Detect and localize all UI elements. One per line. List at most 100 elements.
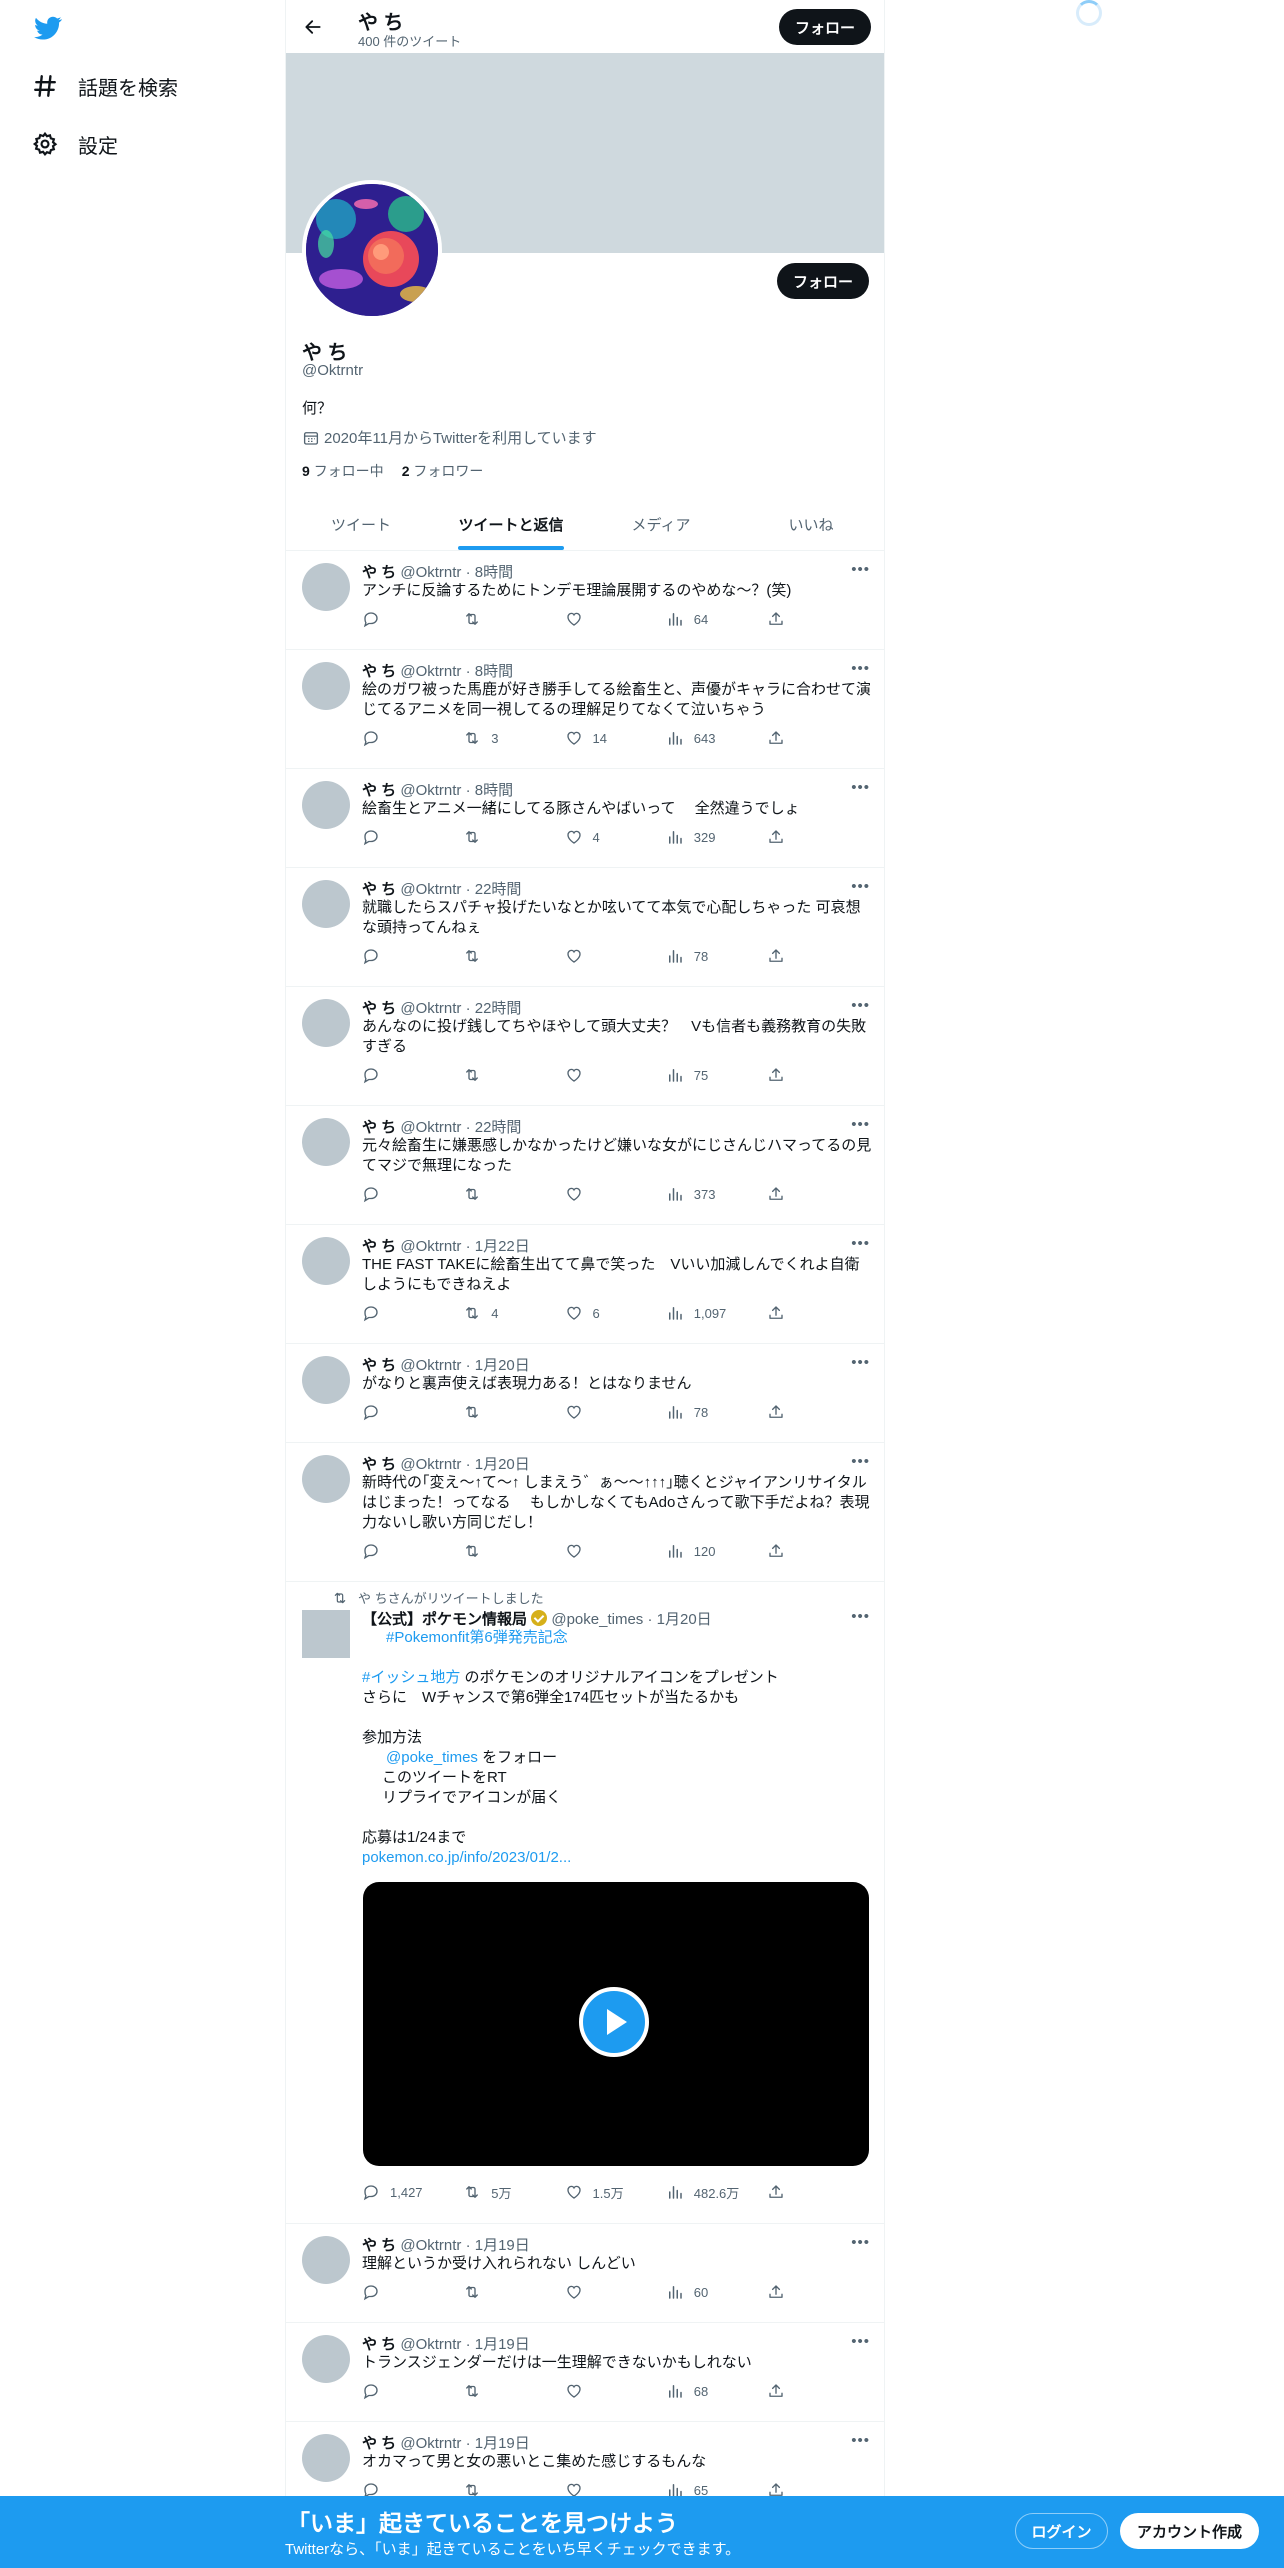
reply-button[interactable]	[362, 1303, 442, 1323]
tweet-author-name[interactable]: や ち	[362, 2435, 396, 2452]
tweet-avatar[interactable]	[302, 880, 350, 928]
login-button[interactable]: ログイン	[1015, 2513, 1108, 2549]
tweet-author-name[interactable]: や ち	[362, 1000, 396, 1017]
share-button[interactable]	[767, 1402, 787, 1422]
reply-button[interactable]	[362, 1541, 442, 1561]
more-options-icon[interactable]: •••	[851, 878, 870, 895]
tweet-time[interactable]: 22時間	[475, 1119, 522, 1136]
tweet-author-name[interactable]: や ち	[362, 2336, 396, 2353]
share-button[interactable]	[767, 609, 787, 629]
share-button[interactable]	[767, 946, 787, 966]
tweet-time[interactable]: 22時間	[475, 881, 522, 898]
views-button[interactable]: 78	[666, 1402, 746, 1422]
tweet-avatar[interactable]	[302, 1455, 350, 1503]
tweet-author-name[interactable]: や ち	[362, 782, 396, 799]
tweet[interactable]: や ち @Oktrntr · 8時間 ••• 絵のガワ被った馬鹿が好き勝手してる絵畜…	[286, 650, 884, 769]
tweet-avatar[interactable]	[302, 781, 350, 829]
tweet-author-name[interactable]: や ち	[362, 2237, 396, 2254]
like-button[interactable]: 1.5万	[565, 2182, 645, 2202]
tweet-author-handle[interactable]: @poke_times	[551, 1611, 643, 1628]
views-button[interactable]: 120	[666, 1541, 746, 1561]
more-options-icon[interactable]: •••	[851, 1354, 870, 1371]
tweet[interactable]: や ち @Oktrntr · 8時間 ••• アンチに反論するためにトンデモ理論展開…	[286, 551, 884, 650]
like-button[interactable]	[565, 1402, 645, 1422]
tweet-author-name[interactable]: や ち	[362, 1357, 396, 1374]
tweet-avatar[interactable]	[302, 999, 350, 1047]
hashtag-link[interactable]: #イッシュ地方	[362, 1669, 460, 1686]
like-button[interactable]	[565, 1184, 645, 1204]
views-button[interactable]: 68	[666, 2381, 746, 2401]
tweet-author-handle[interactable]: @Oktrntr	[400, 1119, 461, 1136]
share-button[interactable]	[767, 1303, 787, 1323]
tweet-avatar[interactable]	[302, 2236, 350, 2284]
more-options-icon[interactable]: •••	[851, 1608, 870, 1625]
tweet-time[interactable]: 1月22日	[475, 1238, 530, 1255]
tweet-time[interactable]: 22時間	[475, 1000, 522, 1017]
like-button[interactable]: 14	[565, 728, 645, 748]
tweet-author-handle[interactable]: @Oktrntr	[400, 881, 461, 898]
external-link[interactable]: pokemon.co.jp/info/2023/01/2...	[362, 1848, 872, 1868]
like-button[interactable]: 6	[565, 1303, 645, 1323]
retweet-button[interactable]	[463, 609, 543, 629]
reply-button[interactable]	[362, 1402, 442, 1422]
tweet-time[interactable]: 8時間	[475, 564, 513, 581]
retweet-button[interactable]	[463, 2381, 543, 2401]
retweet-button[interactable]	[463, 1184, 543, 1204]
tweet[interactable]: や ち @Oktrntr · 1月19日 ••• トランスジェンダーだけは一生理解で…	[286, 2323, 884, 2422]
views-button[interactable]: 329	[666, 827, 746, 847]
tweet-author-handle[interactable]: @Oktrntr	[400, 2435, 461, 2452]
share-button[interactable]	[767, 728, 787, 748]
share-button[interactable]	[767, 1184, 787, 1204]
like-button[interactable]	[565, 1541, 645, 1561]
tweet-author-handle[interactable]: @Oktrntr	[400, 564, 461, 581]
tweet[interactable]: や ち @Oktrntr · 1月20日 ••• 新時代の｢変え～↑て～↑ しまえう…	[286, 1443, 884, 1582]
tweet-author-handle[interactable]: @Oktrntr	[400, 2237, 461, 2254]
tweet-time[interactable]: 1月19日	[475, 2237, 530, 2254]
more-options-icon[interactable]: •••	[851, 2432, 870, 2449]
tweet-author-handle[interactable]: @Oktrntr	[400, 1456, 461, 1473]
more-options-icon[interactable]: •••	[851, 2234, 870, 2251]
nav-explore[interactable]: 話題を検索	[32, 66, 178, 106]
views-button[interactable]: 60	[666, 2282, 746, 2302]
reply-button[interactable]	[362, 1065, 442, 1085]
like-button[interactable]: 4	[565, 827, 645, 847]
like-button[interactable]	[565, 2381, 645, 2401]
like-button[interactable]	[565, 2282, 645, 2302]
tweet-time[interactable]: 1月20日	[475, 1357, 530, 1374]
signup-button[interactable]: アカウント作成	[1120, 2513, 1259, 2549]
tweet[interactable]: や ち @Oktrntr · 22時間 ••• あんなのに投げ銭してちやほやして頭大…	[286, 987, 884, 1106]
retweeted-tweet[interactable]: や ちさんがリツイートしました 【公式】ポケモン情報局 @poke_times ·…	[286, 1582, 884, 2224]
views-button[interactable]: 75	[666, 1065, 746, 1085]
views-button[interactable]: 64	[666, 609, 746, 629]
reply-button[interactable]	[362, 2282, 442, 2302]
views-button[interactable]: 373	[666, 1184, 746, 1204]
more-options-icon[interactable]: •••	[851, 660, 870, 677]
tweet-time[interactable]: 1月20日	[475, 1456, 530, 1473]
tweet-avatar[interactable]	[302, 563, 350, 611]
reply-button[interactable]	[362, 1184, 442, 1204]
tweet-avatar[interactable]	[302, 2434, 350, 2482]
tweet-author-name[interactable]: 【公式】ポケモン情報局	[362, 1611, 527, 1628]
reply-button[interactable]	[362, 728, 442, 748]
retweet-button[interactable]	[463, 946, 543, 966]
retweet-button[interactable]: 5万	[463, 2182, 543, 2202]
reply-button[interactable]	[362, 609, 442, 629]
more-options-icon[interactable]: •••	[851, 561, 870, 578]
tab-tweets-and-replies[interactable]: ツイートと返信	[436, 498, 586, 550]
tab-likes[interactable]: いいね	[736, 498, 884, 550]
views-button[interactable]: 1,097	[666, 1303, 746, 1323]
play-icon[interactable]	[579, 1987, 649, 2057]
views-button[interactable]: 78	[666, 946, 746, 966]
more-options-icon[interactable]: •••	[851, 779, 870, 796]
profile-follow-button[interactable]: フォロー	[776, 263, 869, 299]
tweet-avatar[interactable]	[302, 1356, 350, 1404]
followers-link[interactable]: 2 フォロワー	[402, 461, 484, 481]
tweet[interactable]: や ち @Oktrntr · 1月22日 ••• THE FAST TAKEに絵畜生…	[286, 1225, 884, 1344]
tweet-author-name[interactable]: や ち	[362, 1238, 396, 1255]
back-button[interactable]	[298, 12, 328, 42]
retweet-button[interactable]	[463, 1065, 543, 1085]
tweet-avatar[interactable]	[302, 2335, 350, 2383]
retweet-button[interactable]: 4	[463, 1303, 543, 1323]
reply-button[interactable]: 1,427	[362, 2182, 442, 2202]
tweet-time[interactable]: 8時間	[475, 782, 513, 799]
